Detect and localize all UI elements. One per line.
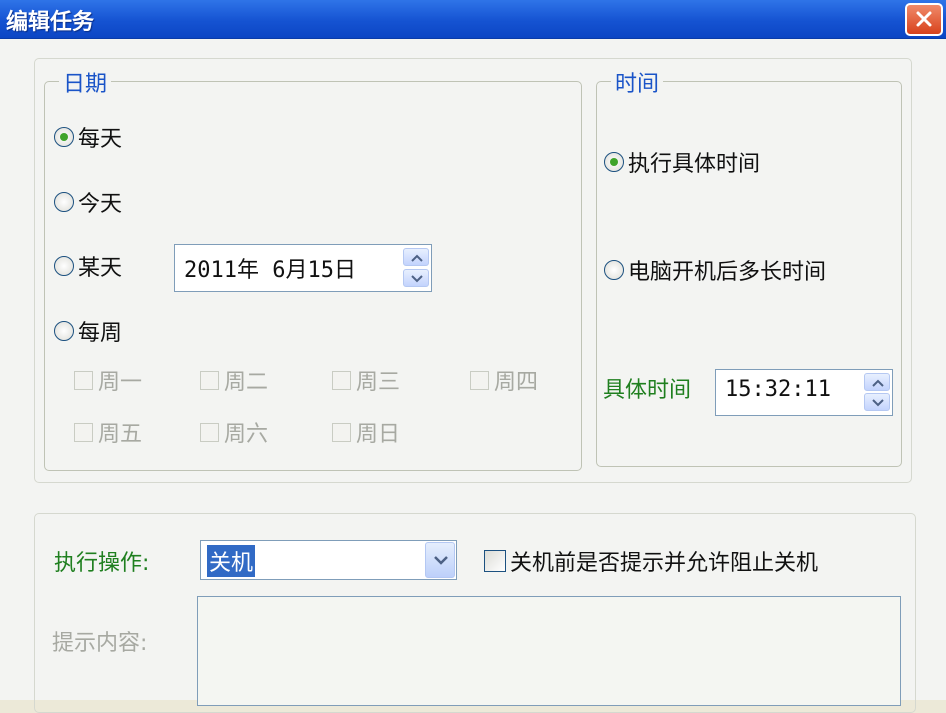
time-spin-up-button[interactable]: [864, 373, 890, 391]
date-spin-down-button[interactable]: [403, 269, 429, 287]
close-button[interactable]: [905, 3, 943, 36]
checkbox-label: 周三: [356, 370, 401, 395]
time-picker[interactable]: 15:32:11: [715, 369, 893, 416]
checkbox[interactable]: [332, 422, 351, 442]
action-dropdown-button[interactable]: [425, 542, 455, 578]
checkbox[interactable]: [200, 370, 219, 390]
prompt-content-label: 提示内容:: [52, 631, 148, 656]
radio-label: 每周: [78, 321, 123, 346]
checkbox[interactable]: [332, 370, 351, 390]
radio-button[interactable]: [604, 152, 624, 172]
window-title: 编辑任务: [6, 10, 95, 35]
radio-after-boot[interactable]: 电脑开机后多长时间: [604, 255, 826, 285]
close-icon: [916, 11, 932, 27]
checkbox-label: 周四: [494, 370, 539, 395]
weekday-wednesday[interactable]: 周三: [332, 367, 401, 395]
radio-some-day[interactable]: 某天: [54, 251, 122, 281]
action-selected-value[interactable]: 关机: [207, 545, 256, 577]
date-group-label: 日期: [59, 66, 112, 98]
weekday-thursday[interactable]: 周四: [470, 367, 539, 395]
weekday-monday[interactable]: 周一: [74, 367, 143, 395]
weekday-sunday[interactable]: 周日: [332, 419, 401, 447]
radio-button[interactable]: [54, 192, 74, 212]
checkbox-label: 周六: [224, 422, 269, 447]
radio-button[interactable]: [54, 321, 74, 341]
radio-button[interactable]: [54, 256, 74, 276]
checkbox-label: 周五: [98, 422, 143, 447]
chevron-up-icon: [411, 254, 423, 262]
dialog-body: 日期 每天 今天 某天 2011年 6月15日 每周 周一 周二 周三 周四 周…: [0, 39, 946, 713]
radio-button[interactable]: [604, 260, 624, 280]
radio-every-week[interactable]: 每周: [54, 316, 122, 346]
chevron-down-icon: [411, 275, 423, 283]
title-bar[interactable]: 编辑任务: [0, 0, 946, 39]
radio-specific-time[interactable]: 执行具体时间: [604, 147, 760, 177]
time-value[interactable]: 15:32:11: [725, 377, 831, 402]
checkbox[interactable]: [470, 370, 489, 390]
radio-today[interactable]: 今天: [54, 187, 122, 217]
radio-label: 电脑开机后多长时间: [628, 260, 827, 285]
specific-time-label: 具体时间: [603, 378, 692, 403]
action-label: 执行操作:: [54, 551, 150, 576]
date-spin-up-button[interactable]: [403, 248, 429, 266]
checkbox[interactable]: [200, 422, 219, 442]
action-select[interactable]: 关机: [200, 540, 457, 580]
checkbox-label: 关机前是否提示并允许阻止关机: [510, 551, 819, 576]
weekday-friday[interactable]: 周五: [74, 419, 143, 447]
chevron-down-icon: [872, 399, 884, 407]
checkbox-label: 周二: [224, 370, 269, 395]
checkbox[interactable]: [74, 422, 93, 442]
date-value[interactable]: 2011年 6月15日: [184, 252, 356, 284]
weekday-saturday[interactable]: 周六: [200, 419, 269, 447]
radio-every-day[interactable]: 每天: [54, 122, 122, 152]
chevron-up-icon: [872, 379, 884, 387]
date-picker[interactable]: 2011年 6月15日: [174, 244, 432, 292]
radio-label: 今天: [78, 192, 123, 217]
weekday-tuesday[interactable]: 周二: [200, 367, 269, 395]
checkbox-label: 周一: [98, 370, 143, 395]
chevron-down-icon: [434, 556, 448, 565]
radio-label: 每天: [78, 127, 123, 152]
radio-label: 某天: [78, 256, 123, 281]
radio-label: 执行具体时间: [628, 152, 761, 177]
edit-task-dialog: 编辑任务 日期 每天 今天 某天 2011年 6月15日 每周 周一 周二 周三…: [0, 0, 946, 713]
prompt-before-shutdown-checkbox[interactable]: 关机前是否提示并允许阻止关机: [484, 548, 819, 576]
radio-button[interactable]: [54, 127, 74, 147]
checkbox[interactable]: [74, 370, 93, 390]
prompt-content-field[interactable]: [197, 596, 901, 706]
checkbox[interactable]: [484, 550, 506, 572]
time-spin-down-button[interactable]: [864, 393, 890, 411]
time-group-label: 时间: [611, 66, 664, 98]
checkbox-label: 周日: [356, 422, 401, 447]
